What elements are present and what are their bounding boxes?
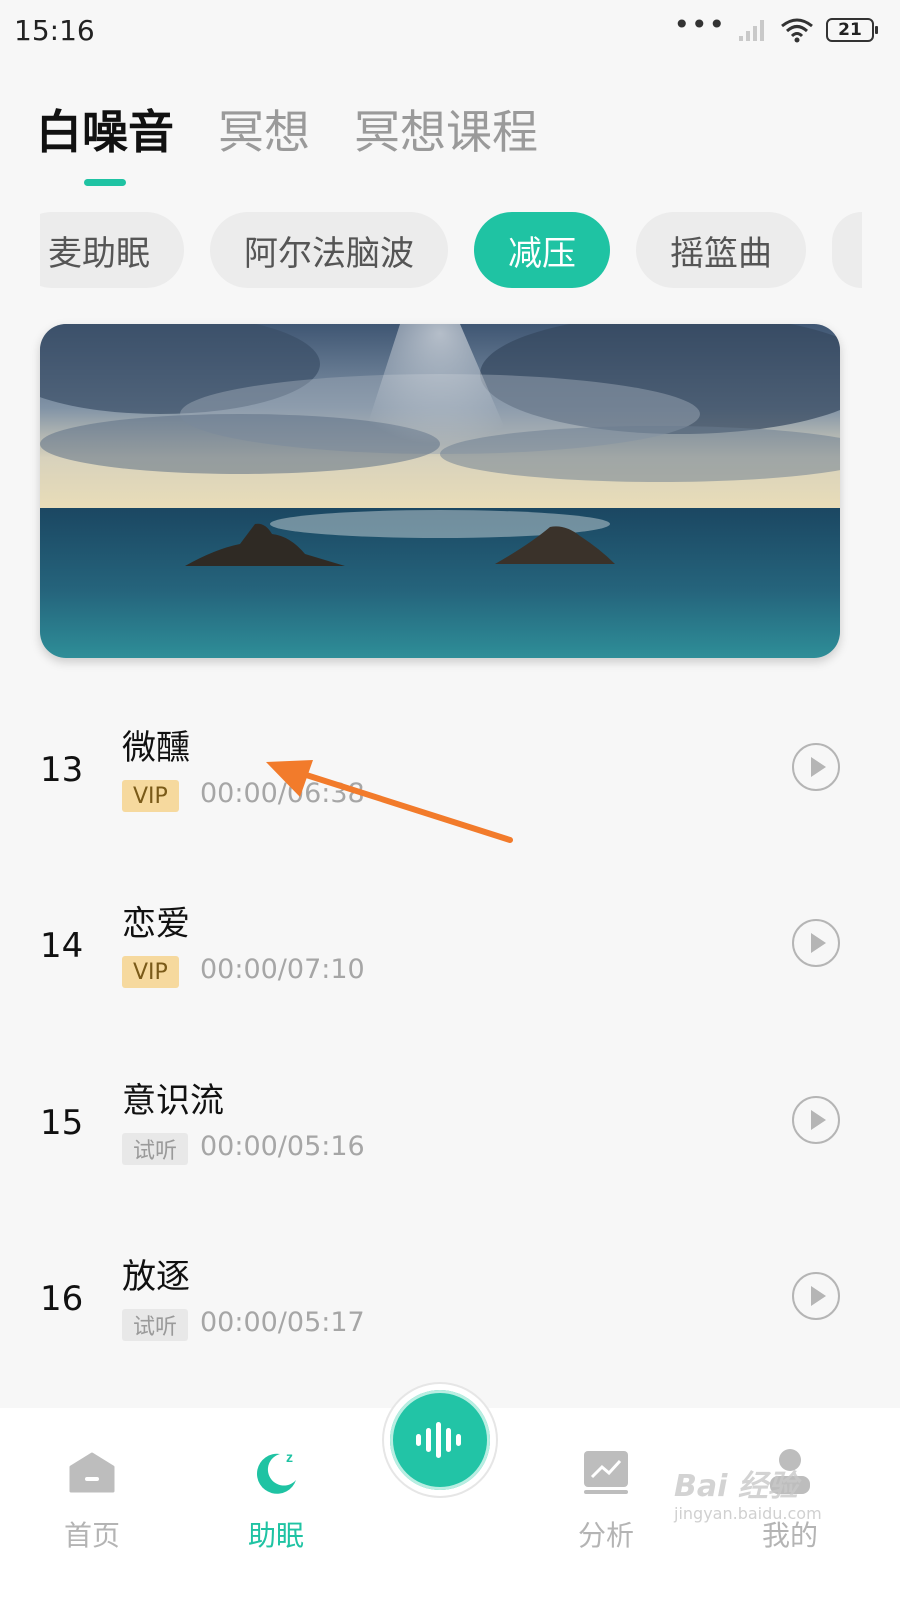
track-number: 16 [40, 1279, 84, 1319]
trial-badge: 试听 [122, 1309, 189, 1341]
track-duration: 00:00/06:38 [200, 778, 365, 809]
track-title: 微醺 [122, 728, 190, 768]
tab-meditation-course[interactable]: 冥想课程 [354, 96, 538, 186]
center-button-ring [384, 1384, 496, 1496]
track-number: 13 [40, 750, 84, 790]
nav-analysis-label: 分析 [577, 1519, 634, 1552]
sound-wave-icon [416, 1422, 461, 1458]
category-chip-stress-relief[interactable]: 减压 [474, 212, 610, 288]
nav-analysis[interactable]: 分析 [546, 1444, 666, 1574]
track-row-13[interactable]: 13 微醺 VIP 00:00/06:38 [0, 720, 900, 840]
svg-text:z: z [286, 1449, 293, 1465]
category-chip-sleep-aid[interactable]: 麦助眠 [40, 212, 184, 288]
baidu-watermark: Bai 经验 jingyan.baidu.com [674, 1472, 834, 1522]
battery-icon: 21 [826, 18, 878, 42]
track-row-16[interactable]: 16 放逐 试听 00:00/05:17 [0, 1249, 900, 1369]
track-row-15[interactable]: 15 意识流 试听 00:00/05:16 [0, 1073, 900, 1193]
track-title: 放逐 [122, 1257, 190, 1297]
watermark-url: jingyan.baidu.com [674, 1504, 822, 1523]
play-icon [810, 933, 826, 953]
play-icon [810, 1286, 826, 1306]
vip-badge: VIP [122, 956, 179, 988]
status-time: 15:16 [14, 14, 95, 47]
nav-home-label: 首页 [63, 1519, 120, 1552]
track-duration: 00:00/05:16 [200, 1131, 365, 1162]
track-title: 意识流 [122, 1081, 224, 1121]
nav-sleep[interactable]: z 助眠 [216, 1444, 336, 1574]
play-button[interactable] [792, 743, 840, 791]
more-dots-icon: ••• [673, 8, 726, 41]
main-tabs: 白噪音 冥想 冥想课程 [36, 96, 538, 186]
category-chip-alpha-waves[interactable]: 阿尔法脑波 [210, 212, 448, 288]
tab-meditation[interactable]: 冥想 [218, 96, 310, 186]
nav-sleep-label: 助眠 [247, 1519, 304, 1552]
track-row-14[interactable]: 14 恋爱 VIP 00:00/07:10 [0, 896, 900, 1016]
category-chip-partial[interactable] [832, 212, 862, 288]
track-duration: 00:00/05:17 [200, 1307, 365, 1338]
play-icon [810, 1110, 826, 1130]
play-button[interactable] [792, 1272, 840, 1320]
nav-home[interactable]: 首页 [32, 1444, 152, 1574]
category-chip-lullaby[interactable]: 摇篮曲 [636, 212, 806, 288]
play-button[interactable] [792, 1096, 840, 1144]
analysis-chart-icon [578, 1444, 634, 1500]
track-number: 15 [40, 1103, 84, 1143]
banner-image[interactable] [40, 324, 840, 658]
watermark-brand: Bai 经验 [674, 1469, 798, 1504]
sleep-moon-icon: z [248, 1444, 304, 1500]
vip-badge: VIP [122, 780, 179, 812]
tab-white-noise[interactable]: 白噪音 [36, 96, 174, 186]
track-duration: 00:00/07:10 [200, 954, 365, 985]
sound-wave-button[interactable] [390, 1390, 490, 1490]
status-icons: ••• 21 [673, 8, 878, 46]
track-number: 14 [40, 926, 84, 966]
track-title: 恋爱 [122, 904, 190, 944]
play-button[interactable] [792, 919, 840, 967]
status-bar: 15:16 ••• 21 [0, 0, 900, 60]
play-icon [810, 757, 826, 777]
home-icon [64, 1444, 120, 1500]
signal-icon [739, 20, 764, 41]
category-strip: 麦助眠 阿尔法脑波 减压 摇篮曲 [40, 212, 862, 288]
wifi-icon [781, 18, 813, 43]
trial-badge: 试听 [122, 1133, 189, 1165]
